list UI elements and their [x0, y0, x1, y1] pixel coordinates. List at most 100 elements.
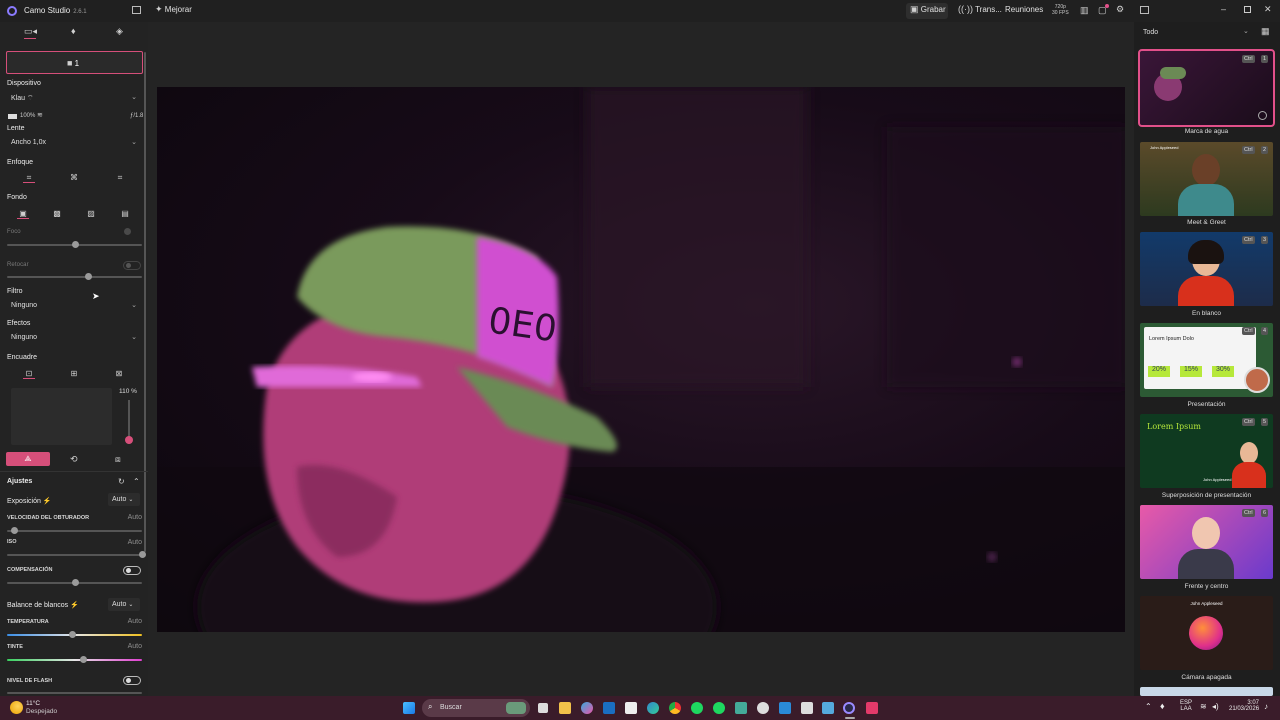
scrollbar[interactable]: [144, 52, 146, 552]
efectos-dropdown[interactable]: Ninguno ⌄: [6, 332, 142, 345]
camera-preview[interactable]: 0E0: [157, 87, 1125, 632]
foco-label: Foco: [7, 229, 21, 235]
spotify2-icon[interactable]: [713, 702, 725, 714]
device-selector[interactable]: ■ 1: [6, 51, 143, 74]
background-none-icon[interactable]: ▣: [17, 208, 29, 219]
zoom-slider[interactable]: [125, 400, 133, 444]
feather-icon[interactable]: [822, 702, 834, 714]
close-icon[interactable]: ✕: [1264, 5, 1272, 14]
wifi-tray-icon[interactable]: ≋: [1200, 702, 1207, 711]
framing-preview[interactable]: [11, 388, 112, 445]
grid-view-icon[interactable]: ▦: [1261, 27, 1270, 36]
camera-tab-icon[interactable]: ▭◂: [24, 27, 37, 36]
mejorar-button[interactable]: ✦ Mejorar: [155, 5, 192, 15]
maximize-icon[interactable]: [1244, 6, 1251, 13]
framing-manual-icon[interactable]: ⊡: [23, 368, 35, 379]
sidebar-toggle-icon[interactable]: [132, 6, 141, 14]
reuniones-button[interactable]: Reuniones: [1005, 5, 1043, 14]
camo-taskbar-icon[interactable]: [843, 702, 855, 714]
calendar-icon[interactable]: [625, 702, 637, 714]
compensacion-toggle[interactable]: [123, 566, 141, 575]
balance-dropdown[interactable]: Auto ⌄: [108, 598, 140, 611]
clock[interactable]: 3:07 21/03/2026: [1229, 700, 1259, 712]
background-blur-icon[interactable]: ▩: [51, 208, 63, 219]
retocar-slider[interactable]: [7, 273, 142, 280]
search-placeholder: Buscar: [440, 704, 462, 711]
chrome-icon[interactable]: [669, 702, 681, 714]
spotify-icon[interactable]: [691, 702, 703, 714]
rotate-icon[interactable]: ⟲: [70, 455, 78, 464]
lente-dropdown[interactable]: Ancho 1,0x ⌄: [6, 137, 142, 150]
scene-card-superposicion[interactable]: Lorem Ipsum John Appleseed Ctrl 5: [1140, 414, 1273, 488]
remote-desktop-icon[interactable]: [779, 702, 791, 714]
notifications-icon[interactable]: [1105, 4, 1109, 8]
tray-chevron-icon[interactable]: ⌃: [1145, 702, 1152, 711]
edge-icon[interactable]: [647, 702, 659, 714]
microphone-tab-icon[interactable]: ♦: [71, 27, 76, 36]
scene-filter-dropdown[interactable]: Todo ⌄: [1140, 26, 1252, 39]
exposicion-value: Auto: [112, 496, 127, 503]
panel-toggle-icon[interactable]: [1140, 6, 1149, 14]
focus-manual-icon[interactable]: ⌗: [114, 172, 126, 183]
tray-mic-icon[interactable]: ♦: [1160, 701, 1165, 711]
collapse-icon[interactable]: ⌃: [133, 477, 140, 486]
grabar-label-wrap: ▣ Grabar: [910, 5, 946, 15]
framing-center-icon[interactable]: ⊞: [68, 368, 80, 379]
device-count: 1: [74, 59, 80, 68]
scene-card-marca-de-agua[interactable]: Ctrl 1: [1138, 49, 1275, 127]
framing-track-icon[interactable]: ⊠: [113, 368, 125, 379]
transmitir-button[interactable]: ((·)) Trans...: [958, 5, 1002, 15]
foco-toggle[interactable]: [124, 228, 131, 235]
obturador-slider[interactable]: [7, 527, 142, 534]
background-replace-icon[interactable]: ▨: [85, 208, 97, 219]
dispositivo-dropdown[interactable]: Klau ⌔ ⌄: [6, 92, 142, 105]
foco-slider[interactable]: [7, 241, 142, 248]
file-explorer-icon[interactable]: [559, 702, 571, 714]
flash-slider[interactable]: [7, 692, 142, 694]
shortcut-ctrl: Ctrl: [1242, 418, 1255, 426]
aperture-label: ƒ/1.8: [130, 113, 144, 119]
resolution-badge[interactable]: 720p 30 FPS: [1052, 4, 1069, 16]
iso-slider[interactable]: [7, 551, 146, 558]
perspective-button[interactable]: ⟁: [6, 452, 50, 466]
exposicion-dropdown[interactable]: Auto ⌄: [108, 493, 140, 506]
flash-toggle[interactable]: [123, 676, 141, 685]
background-image-icon[interactable]: ▤: [119, 208, 131, 219]
settings-gear-icon[interactable]: ⚙: [1116, 5, 1124, 14]
layers-tab-icon[interactable]: ◈: [116, 27, 123, 36]
layout-icon[interactable]: ▥: [1080, 6, 1089, 15]
volume-icon[interactable]: ◂): [1212, 702, 1219, 711]
reset-icon[interactable]: ↻: [118, 477, 125, 486]
slide-stat: 15%: [1180, 366, 1202, 377]
minimize-icon[interactable]: –: [1221, 5, 1226, 14]
notes-icon[interactable]: [735, 702, 747, 714]
focus-face-icon[interactable]: ⌘: [68, 172, 80, 183]
github-icon[interactable]: [757, 702, 769, 714]
scene-card-presentacion[interactable]: Lorem Ipsum Dolo 20% 15% 30% Ctrl 4: [1140, 323, 1273, 397]
scene-card-meet-greet[interactable]: John Appleseed Ctrl 2: [1140, 142, 1273, 216]
scene-card-partial[interactable]: [1140, 687, 1273, 696]
scene-card-frente-centro[interactable]: Ctrl 6: [1140, 505, 1273, 579]
filtro-dropdown[interactable]: Ninguno ⌄: [6, 300, 142, 313]
scene-card-en-blanco[interactable]: Ctrl 3: [1140, 232, 1273, 306]
compensacion-slider[interactable]: [7, 579, 142, 586]
task-view-icon[interactable]: [538, 703, 548, 713]
search-box[interactable]: ⌕ Buscar: [422, 699, 530, 717]
language-indicator[interactable]: ESP LAA: [1180, 700, 1192, 712]
copilot-icon[interactable]: [581, 702, 593, 714]
focus-auto-icon[interactable]: ⌗: [23, 172, 35, 183]
tinte-slider[interactable]: [7, 656, 142, 663]
retocar-toggle[interactable]: [123, 261, 141, 270]
paint-icon[interactable]: [801, 702, 813, 714]
scene-label: Superposición de presentación: [1161, 492, 1252, 499]
outlook-icon[interactable]: [603, 702, 615, 714]
scene-card-camara-apagada[interactable]: John Appleseed: [1140, 596, 1273, 670]
chevron-down-icon: ⌄: [131, 302, 137, 309]
filtro-label: Filtro: [7, 288, 23, 295]
temperatura-slider[interactable]: [7, 631, 142, 638]
mirror-icon[interactable]: ⧈: [115, 455, 121, 464]
notification-bell-icon[interactable]: ♪: [1264, 702, 1268, 711]
windows-start-icon[interactable]: [403, 702, 415, 714]
tinte-label: TINTE: [7, 644, 23, 650]
tiktok-icon[interactable]: [866, 702, 878, 714]
